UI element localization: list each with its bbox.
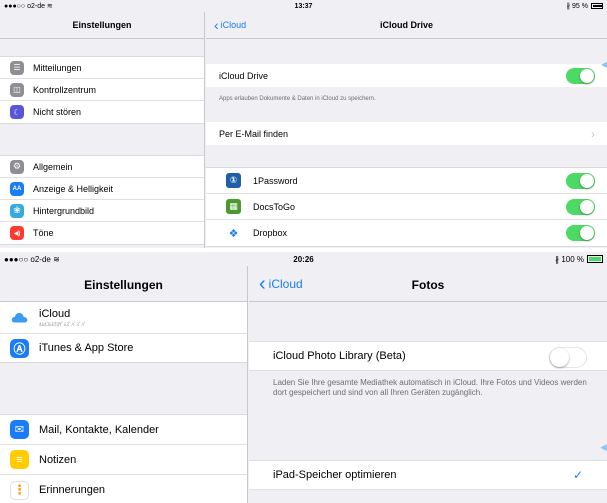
sidebar-group-system: ☰ Mitteilungen ◫ Kontrollzentrum ☾ Nicht… — [0, 56, 204, 124]
sidebar-item-erinnerungen[interactable]: ⋮ Erinnerungen — [0, 475, 247, 503]
chevron-right-icon: › — [591, 126, 595, 141]
find-by-email-row[interactable]: Per E-Mail finden › — [206, 122, 607, 145]
1password-toggle[interactable] — [566, 173, 595, 189]
display-brightness-icon: AA — [10, 181, 24, 196]
sidebar-item-label: Erinnerungen — [39, 484, 106, 496]
sidebar-item-label: Mitteilungen — [33, 62, 82, 73]
status-time: 20:26 — [293, 254, 314, 264]
sidebar-item-notizen[interactable]: ≡ Notizen — [0, 445, 247, 475]
sidebar-item-mitteilungen[interactable]: ☰ Mitteilungen — [0, 57, 204, 79]
sidebar: Einstellungen ☰ Mitteilungen ◫ Kontrollz… — [0, 12, 205, 248]
app-label: Dropbox — [253, 228, 288, 238]
sidebar-item-itunes[interactable]: Ⓐ iTunes & App Store — [0, 334, 247, 362]
screenshot-icloud-drive: ●●●○○ o2-de ≋ 13:37 ∦ 95 % Einstellungen… — [0, 0, 607, 248]
docstogo-icon: ▦ — [226, 199, 241, 214]
detail-pane: ‹ iCloud Fotos iCloud Photo Library (Bet… — [249, 266, 607, 503]
sidebar-group-general: ⚙ Allgemein AA Anzeige & Helligkeit ❀ Hi… — [0, 155, 204, 245]
edge-caret-icon: ◀ — [600, 442, 607, 452]
sidebar-item-label: Allgemein — [33, 161, 73, 172]
control-center-icon: ◫ — [10, 82, 24, 97]
app-row-1password: ① 1Password — [206, 168, 607, 194]
sidebar-item-kontrollzentrum[interactable]: ◫ Kontrollzentrum — [0, 79, 204, 101]
notes-icon: ≡ — [10, 450, 29, 469]
battery-label: ∦ 100 % — [555, 254, 584, 264]
status-bar: ●●●○○ o2-de ≋ 20:26 ∦ 100 % — [0, 252, 607, 266]
app-label: DocsToGo — [253, 201, 296, 212]
sidebar-item-label: Hintergrundbild — [33, 205, 95, 216]
dropbox-toggle[interactable] — [566, 225, 595, 241]
sidebar-item-label: Kontrollzentrum — [33, 84, 97, 95]
sidebar-group-apps: ✉ Mail, Kontakte, Kalender ≡ Notizen ⋮ E… — [0, 414, 247, 503]
sidebar-item-icloud[interactable]: iCloud ﾎﾑﾎｺﾑﾓｸﾛﾔﾞﾑｽﾞﾊﾞｽﾞﾊﾞ — [0, 302, 247, 334]
app-row-docstogo: ▦ DocsToGo — [206, 194, 607, 220]
status-bar: ●●●○○ o2-de ≋ 13:37 ∦ 95 % — [0, 0, 607, 12]
icloud-drive-note: Apps erlauben Dokumente & Daten in iClou… — [219, 96, 376, 102]
icloud-photo-library-toggle[interactable] — [549, 347, 587, 368]
optimize-storage-label: iPad-Speicher optimieren — [273, 469, 397, 481]
sidebar-item-anzeige-helligkeit[interactable]: AA Anzeige & Helligkeit — [0, 178, 204, 200]
edge-caret-icon: ◀ — [600, 60, 607, 69]
sidebar-title: Einstellungen — [72, 20, 132, 30]
docstogo-toggle[interactable] — [566, 199, 595, 215]
mail-icon: ✉ — [10, 420, 29, 439]
battery-indicator: ∦ 95 % — [567, 2, 603, 10]
detail-pane: ‹ iCloud iCloud Drive iCloud Drive Apps … — [206, 12, 607, 248]
wallpaper-icon: ❀ — [10, 203, 24, 218]
sidebar-item-label: Anzeige & Helligkeit — [33, 183, 114, 194]
app-store-icon: Ⓐ — [10, 338, 29, 358]
do-not-disturb-icon: ☾ — [10, 105, 24, 119]
sidebar-item-hintergrundbild[interactable]: ❀ Hintergrundbild — [0, 200, 204, 222]
dropbox-icon: ❖ — [226, 225, 241, 241]
sidebar-item-allgemein[interactable]: ⚙ Allgemein — [0, 156, 204, 178]
sidebar-item-nicht-stoeren[interactable]: ☾ Nicht stören — [0, 101, 204, 123]
sidebar-item-label: iTunes & App Store — [39, 342, 134, 354]
sounds-icon: ◀) — [10, 226, 24, 240]
screenshot-icloud-fotos: ●●●○○ o2-de ≋ 20:26 ∦ 100 % Einstellunge… — [0, 252, 607, 503]
page-title: Fotos — [411, 278, 445, 292]
find-by-email-label: Per E-Mail finden — [219, 128, 289, 139]
icloud-account-subtitle: ﾎﾑﾎｺﾑﾓｸﾛﾔﾞﾑｽﾞﾊﾞｽﾞﾊﾞ — [39, 321, 87, 328]
sidebar-item-label: Notizen — [39, 453, 77, 466]
battery-label: ∦ 95 % — [566, 3, 588, 10]
icloud-text: iCloud ﾎﾑﾎｺﾑﾓｸﾛﾔﾞﾑｽﾞﾊﾞｽﾞﾊﾞ — [39, 308, 87, 328]
sidebar-item-toene[interactable]: ◀) Töne — [0, 222, 204, 244]
page-title: iCloud Drive — [379, 20, 433, 30]
battery-icon — [587, 255, 603, 263]
apps-list: ① 1Password ▦ DocsToGo ❖ Dropbox — [206, 167, 607, 247]
icloud-icon — [10, 308, 29, 327]
optimize-storage-row[interactable]: iPad-Speicher optimieren ✓ — [249, 460, 607, 490]
icloud-photo-library-row: iCloud Photo Library (Beta) — [249, 341, 607, 371]
status-time: 13:37 — [294, 2, 313, 10]
sidebar: Einstellungen iCloud ﾎﾑﾎｺﾑﾓｸﾛﾔﾞﾑｽﾞﾊﾞｽﾞﾊﾞ… — [0, 266, 248, 503]
app-row-dropbox: ❖ Dropbox — [206, 220, 607, 246]
notifications-icon: ☰ — [10, 60, 24, 75]
battery-indicator: ∦ 100 % — [555, 255, 603, 264]
gear-icon: ⚙ — [10, 159, 24, 174]
sidebar-item-label: Mail, Kontakte, Kalender — [39, 423, 159, 436]
icloud-photo-library-label: iCloud Photo Library (Beta) — [273, 350, 406, 362]
app-label: 1Password — [253, 175, 298, 186]
reminders-icon: ⋮ — [10, 480, 29, 500]
sidebar-item-label: iCloud — [39, 307, 71, 320]
1password-icon: ① — [226, 173, 241, 188]
icloud-drive-label: iCloud Drive — [219, 70, 269, 81]
sidebar-group-accounts: iCloud ﾎﾑﾎｺﾑﾓｸﾛﾔﾞﾑｽﾞﾊﾞｽﾞﾊﾞ Ⓐ iTunes & Ap… — [0, 302, 247, 363]
sidebar-item-mail[interactable]: ✉ Mail, Kontakte, Kalender — [0, 415, 247, 445]
sidebar-item-label: Töne — [33, 228, 54, 238]
icloud-drive-row: iCloud Drive — [206, 64, 607, 87]
icloud-drive-toggle[interactable] — [566, 68, 595, 84]
sidebar-title: Einstellungen — [84, 278, 163, 292]
battery-icon — [591, 3, 603, 9]
checkmark-icon: ✓ — [572, 468, 583, 482]
sidebar-item-label: Nicht stören — [33, 107, 82, 117]
icloud-photo-library-note: Laden Sie Ihre gesamte Mediathek automat… — [273, 378, 587, 397]
